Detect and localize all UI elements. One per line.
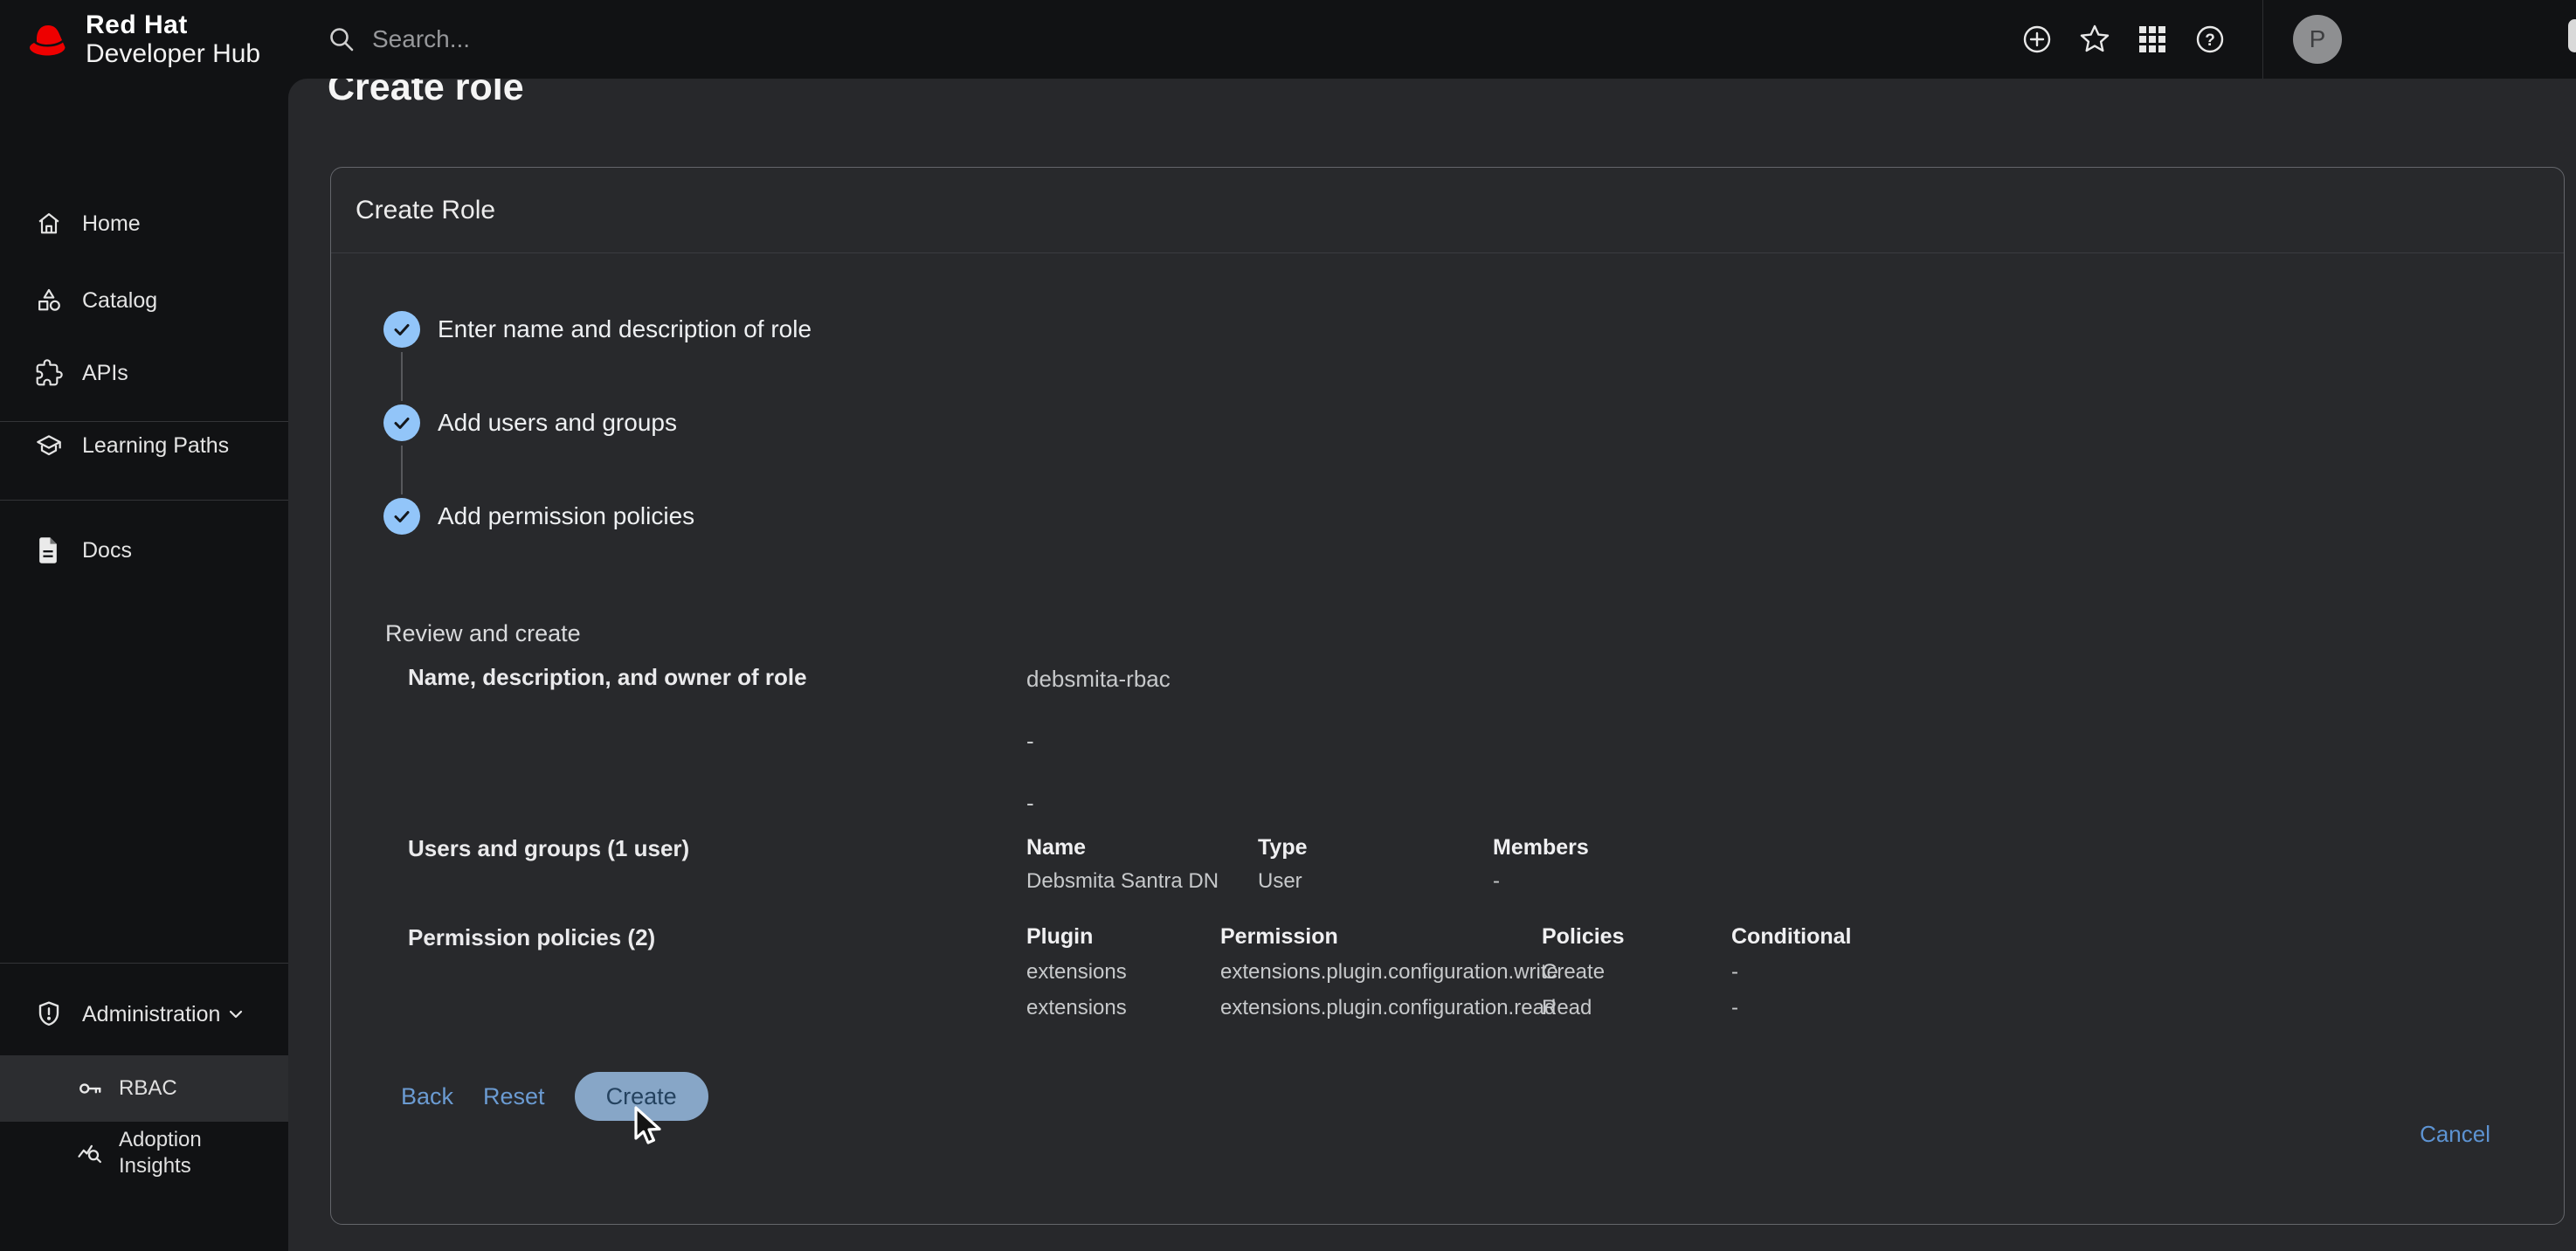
perms-cell: Read <box>1542 996 1731 1032</box>
key-icon <box>77 1075 103 1102</box>
sidebar-item-label: Learning Paths <box>82 433 229 459</box>
sidebar-item-learning-paths[interactable]: Learning Paths <box>0 421 288 470</box>
sidebar-item-label: RBAC <box>119 1075 177 1102</box>
search-input[interactable] <box>372 25 914 53</box>
sidebar-item-home[interactable]: Home <box>0 199 288 248</box>
perms-cell: Create <box>1542 960 1731 996</box>
sidebar-item-apis[interactable]: APIs <box>0 349 288 397</box>
sidebar-divider <box>0 963 288 964</box>
perms-cell: extensions.plugin.configuration.write <box>1220 960 1542 996</box>
home-icon <box>35 210 63 238</box>
redhat-logo[interactable]: Red Hat Developer Hub <box>24 10 260 68</box>
learning-paths-icon <box>35 432 63 460</box>
perms-col-header: Plugin <box>1026 924 1220 960</box>
permissions-section-label: Permission policies (2) <box>408 924 655 951</box>
perms-cell: extensions <box>1026 996 1220 1032</box>
users-col-header: Members <box>1493 835 1685 869</box>
back-button[interactable]: Back <box>401 1083 453 1110</box>
name-section-label: Name, description, and owner of role <box>408 664 807 691</box>
topbar-actions: ? P <box>2020 0 2342 79</box>
plus-circle-icon[interactable] <box>2020 22 2055 57</box>
perms-col-header: Policies <box>1542 924 1731 960</box>
reset-button[interactable]: Reset <box>483 1083 545 1110</box>
users-cell: - <box>1493 869 1685 903</box>
search-icon <box>327 24 356 54</box>
users-table: Name Type Members Debsmita Santra DN Use… <box>1026 835 1685 903</box>
sidebar-item-label: Catalog <box>82 288 157 314</box>
perms-cell: extensions.plugin.configuration.read <box>1220 996 1542 1032</box>
sidebar-item-adoption-insights[interactable]: Adoption Insights <box>0 1120 288 1186</box>
step-enter-name: Enter name and description of role <box>383 310 811 349</box>
shield-admin-icon <box>35 1000 63 1028</box>
cancel-link[interactable]: Cancel <box>2420 1121 2490 1148</box>
perms-cell: - <box>1731 996 1958 1032</box>
sidebar-item-rbac[interactable]: RBAC <box>0 1055 288 1122</box>
mouse-cursor <box>632 1106 669 1146</box>
chevron-down-icon <box>224 1002 248 1026</box>
topbar-divider <box>2262 0 2263 79</box>
user-avatar[interactable]: P <box>2293 15 2342 64</box>
users-section-label: Users and groups (1 user) <box>408 835 689 862</box>
star-icon[interactable] <box>2077 22 2112 57</box>
create-role-card: Create Role Enter name and description o… <box>330 167 2565 1225</box>
sidebar-item-administration[interactable]: Administration <box>0 990 288 1039</box>
step-connector <box>401 446 403 494</box>
step-check-icon <box>383 498 420 535</box>
card-header: Create Role <box>331 168 2564 253</box>
catalog-icon <box>35 287 63 314</box>
top-bar: Red Hat Developer Hub <box>0 0 2576 79</box>
page-title: Create role <box>328 79 524 110</box>
sidebar-item-label: Home <box>82 211 141 237</box>
sidebar-item-label: Administration <box>82 1002 220 1027</box>
step-label: Add users and groups <box>438 409 677 437</box>
sidebar-nav: Home Catalog APIs Learning Paths <box>0 79 288 1251</box>
sidebar-item-label: Adoption Insights <box>119 1127 229 1179</box>
step-check-icon <box>383 404 420 441</box>
main-content: Create role Create Role Enter name and d… <box>288 79 2576 1251</box>
step-check-icon <box>383 311 420 348</box>
brand-product: Developer Hub <box>86 39 260 68</box>
sidebar-divider <box>0 421 288 422</box>
perms-cell: extensions <box>1026 960 1220 996</box>
role-name-value: debsmita-rbac <box>1026 664 1171 694</box>
perms-col-header: Permission <box>1220 924 1542 960</box>
sidebar-item-label: APIs <box>82 361 128 386</box>
redhat-fedora-icon <box>24 22 73 57</box>
docs-icon <box>35 536 63 564</box>
users-col-header: Type <box>1258 835 1493 869</box>
sidebar-divider <box>0 500 288 501</box>
name-section-values: debsmita-rbac - - <box>1026 664 1171 850</box>
apps-grid-icon[interactable] <box>2135 22 2170 57</box>
card-title: Create Role <box>356 196 495 225</box>
step-label: Enter name and description of role <box>438 315 811 343</box>
step-connector <box>401 352 403 401</box>
global-search <box>327 0 914 79</box>
sidebar-item-docs[interactable]: Docs <box>0 526 288 575</box>
help-icon[interactable]: ? <box>2193 22 2227 57</box>
scrollbar-thumb[interactable] <box>2568 19 2576 52</box>
users-col-header: Name <box>1026 835 1258 869</box>
perms-cell: - <box>1731 960 1958 996</box>
users-cell: User <box>1258 869 1493 903</box>
sidebar-item-catalog[interactable]: Catalog <box>0 276 288 325</box>
role-description-value: - <box>1026 726 1171 756</box>
step-add-users: Add users and groups <box>383 404 677 442</box>
brand-name: Red Hat <box>86 10 260 39</box>
role-owner-value: - <box>1026 788 1171 818</box>
svg-text:?: ? <box>2205 31 2215 50</box>
users-cell: Debsmita Santra DN <box>1026 869 1258 903</box>
step-label: Add permission policies <box>438 502 694 530</box>
step-add-permissions: Add permission policies <box>383 497 694 536</box>
permissions-table: Plugin Permission Policies Conditional e… <box>1026 924 1958 1032</box>
sidebar-item-label: Docs <box>82 538 132 563</box>
apis-icon <box>35 359 63 387</box>
perms-col-header: Conditional <box>1731 924 1958 960</box>
review-title: Review and create <box>385 620 581 647</box>
insights-icon <box>77 1140 103 1166</box>
